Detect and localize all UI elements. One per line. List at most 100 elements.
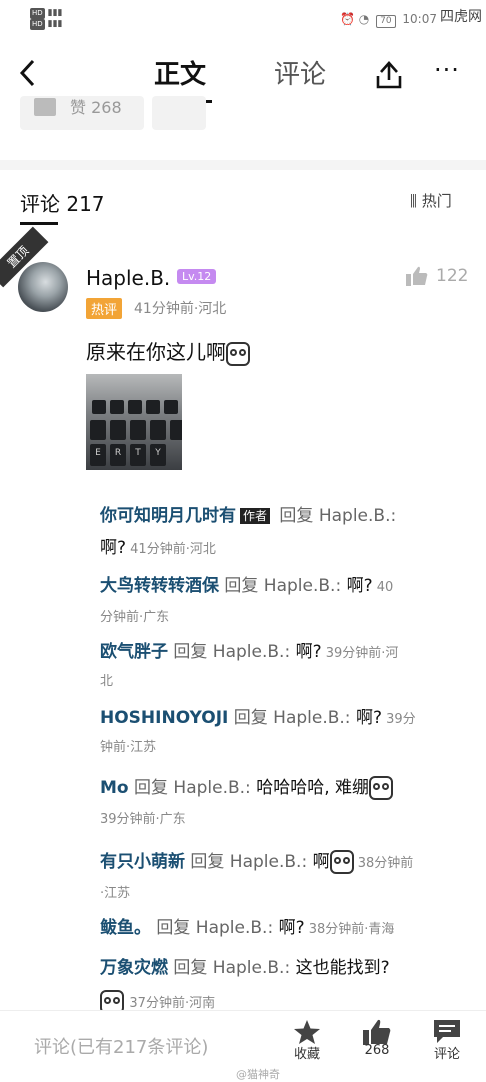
reply-to: 回复 Haple.B.: xyxy=(168,642,296,662)
tab-comments[interactable]: 评论 xyxy=(274,58,326,92)
photo-key-r: R xyxy=(110,444,126,466)
reply-to: 回复 Haple.B.: xyxy=(219,576,347,596)
hot-comment-badge: 热评 xyxy=(86,298,123,319)
reply-item[interactable]: Mo 回复 Haple.B.: 哈哈哈哈, 难绷 xyxy=(100,772,456,804)
photo-key-y: Y xyxy=(150,444,166,466)
comment-label: 评论 xyxy=(433,1047,460,1062)
comments-header-underline xyxy=(20,222,58,225)
reply-text: 啊? xyxy=(346,576,373,596)
reply-author[interactable]: 大鸟转转转酒保 xyxy=(100,576,219,596)
reply-time: ·江苏 xyxy=(100,886,131,901)
photo-key xyxy=(164,400,178,414)
reply-time: 分钟前·广东 xyxy=(100,610,170,625)
reply-author[interactable]: 有只小萌新 xyxy=(100,852,185,872)
back-icon[interactable] xyxy=(18,58,38,94)
reply-author[interactable]: 万象灾燃 xyxy=(100,958,168,978)
reply-item[interactable]: 万象灾燃 回复 Haple.B.: 这也能找到? xyxy=(100,952,456,984)
photo-key xyxy=(128,400,142,414)
reply-item-cont: 北 xyxy=(100,664,456,698)
comment-image[interactable]: E R T Y xyxy=(86,374,182,470)
reply-item[interactable]: 有只小萌新 回复 Haple.B.: 啊 38分钟前 xyxy=(100,846,456,880)
reply-time: 钟前·江苏 xyxy=(100,740,157,755)
thumb-up-icon xyxy=(34,98,56,116)
photo-key xyxy=(110,420,126,440)
site-watermark: 四虎网 xyxy=(440,6,482,26)
photo-key xyxy=(90,420,106,440)
reply-author[interactable]: HOSHINOYOJI xyxy=(100,708,228,728)
reply-time: 40 xyxy=(372,580,394,595)
photo-key xyxy=(110,400,124,414)
photo-key xyxy=(92,400,106,414)
reply-text: 啊? xyxy=(278,918,305,938)
owl-emoji-icon xyxy=(226,341,250,366)
signal-icon-2: ▮▮▮ xyxy=(47,19,63,29)
comment-button[interactable]: 评论 xyxy=(422,1019,472,1062)
photo-key xyxy=(146,400,160,414)
photo-key-e: E xyxy=(90,444,106,466)
reply-time: 39分钟前·广东 xyxy=(100,812,186,827)
reply-text: 啊? xyxy=(295,642,322,662)
star-icon xyxy=(293,1019,321,1044)
reply-item-cont: 啊? 41分钟前·河北 xyxy=(100,532,456,566)
reply-item[interactable]: 鲅鱼。 回复 Haple.B.: 啊? 38分钟前·青海 xyxy=(100,912,456,946)
collect-button[interactable]: 收藏 xyxy=(282,1019,332,1062)
reply-author[interactable]: Mo xyxy=(100,778,129,798)
share-icon[interactable] xyxy=(372,58,406,92)
reply-to: 回复 Haple.B.: xyxy=(128,778,257,798)
reply-item[interactable]: 大鸟转转转酒保 回复 Haple.B.: 啊? 40 xyxy=(100,570,456,604)
tab-article[interactable]: 正文 xyxy=(154,58,206,92)
reply-time: 38分钟前·青海 xyxy=(304,922,395,937)
reply-text: 啊 xyxy=(312,852,330,872)
reply-item[interactable]: 你可知明月几时有 作者 回复 Haple.B.: xyxy=(100,500,456,532)
sort-hot-button[interactable]: ⫼ 热门 xyxy=(410,190,452,211)
article-like-bar: 赞 268 xyxy=(20,96,206,130)
collect-label: 收藏 xyxy=(293,1047,320,1062)
reply-text: 这也能找到? xyxy=(295,958,390,978)
comment-author[interactable]: Haple.B. xyxy=(86,266,170,290)
reply-time: 北 xyxy=(100,674,114,689)
reply-to: 回复 Haple.B.: xyxy=(228,708,356,728)
photo-key xyxy=(170,420,182,440)
comment-meta: 41分钟前·河北 xyxy=(134,301,227,317)
comments-header: 评论 217 xyxy=(20,192,105,216)
article-like-button[interactable]: 赞 268 xyxy=(20,96,144,130)
sort-label: 热门 xyxy=(421,192,452,210)
reply-time: 39分钟前·河 xyxy=(321,646,399,661)
more-icon[interactable]: ··· xyxy=(434,56,460,84)
section-divider xyxy=(0,160,486,170)
reply-text: 哈哈哈哈, 难绷 xyxy=(256,778,370,798)
photo-key-t: T xyxy=(130,444,146,466)
level-badge: Lv.12 xyxy=(177,269,217,284)
battery-icon: 70 xyxy=(376,15,396,28)
status-bar: HD ▮▮▮ HD ▮▮▮ ⏰ ◔ 70 10:07 四虎网 xyxy=(0,0,486,40)
reply-text: 啊? xyxy=(355,708,382,728)
hd-badge-2: HD xyxy=(30,19,45,30)
reply-to: 回复 Haple.B.: xyxy=(168,958,296,978)
reply-item-cont: ·江苏 xyxy=(100,876,456,910)
reply-text: 啊? xyxy=(100,538,127,558)
laugh-emoji-icon xyxy=(369,776,394,800)
clock: 10:07 xyxy=(402,12,437,26)
hd-badge-1: HD xyxy=(30,8,45,19)
reply-to: 回复 Haple.B.: xyxy=(274,506,397,526)
comment-like-count: 122 xyxy=(436,266,469,286)
reply-to: 回复 Haple.B.: xyxy=(151,918,279,938)
owl-emoji-icon xyxy=(329,850,354,874)
like-button[interactable]: 268 xyxy=(352,1019,402,1058)
reply-item-cont: 分钟前·广东 xyxy=(100,600,456,634)
alarm-icon: ⏰ xyxy=(340,12,355,26)
thumb-up-icon[interactable] xyxy=(406,266,428,286)
chat-bubble-icon xyxy=(433,1019,461,1043)
reply-author[interactable]: 鲅鱼。 xyxy=(100,918,151,938)
photo-key xyxy=(130,420,146,440)
reply-author[interactable]: 欧气胖子 xyxy=(100,642,168,662)
like-count-label: 268 xyxy=(364,1043,390,1058)
article-dislike-button[interactable] xyxy=(152,96,206,130)
reply-time: 37分钟前·河南 xyxy=(129,996,216,1011)
reply-item-cont: 钟前·江苏 xyxy=(100,730,456,764)
comment-input[interactable]: 评论(已有217条评论) xyxy=(34,1033,208,1059)
author-tag: 作者 xyxy=(240,508,271,524)
avatar[interactable] xyxy=(18,262,68,312)
reply-author[interactable]: 你可知明月几时有 xyxy=(100,506,236,526)
reply-item-cont: 39分钟前·广东 xyxy=(100,802,456,836)
